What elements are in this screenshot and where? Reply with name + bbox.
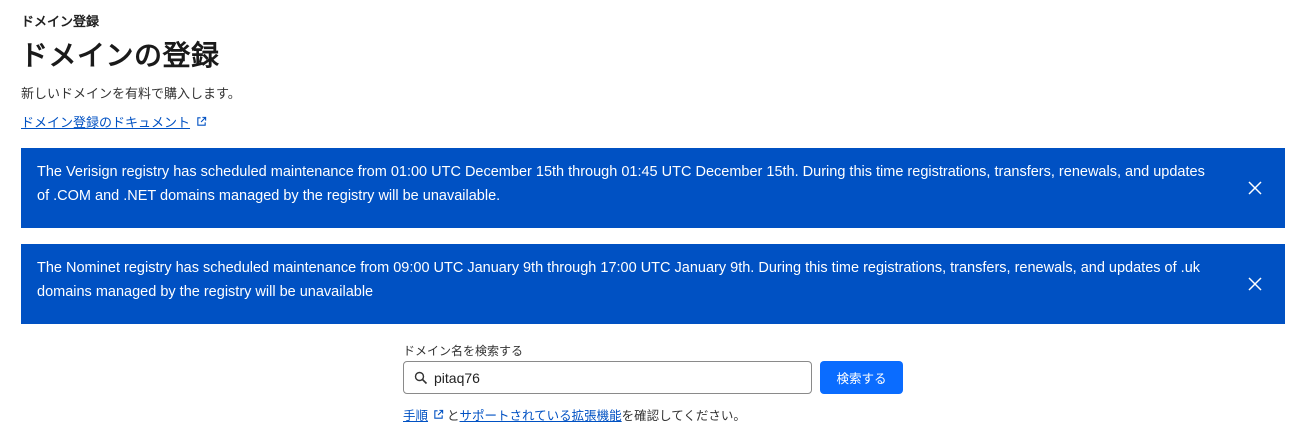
search-label: ドメイン名を検索する: [403, 344, 524, 358]
search-icon: [414, 371, 428, 384]
page-title: ドメインの登録: [20, 39, 220, 72]
help-connector: と: [447, 408, 460, 423]
domain-registration-page: ドメイン登録 ドメインの登録 新しいドメインを有料で購入します。 ドメイン登録の…: [0, 0, 1309, 436]
banner-message: The Verisign registry has scheduled main…: [37, 164, 1205, 204]
external-link-icon: [197, 116, 207, 126]
help-text: 手順 と サポートされている拡張機能 を確認してください。: [403, 405, 746, 424]
documentation-link[interactable]: ドメイン登録のドキュメント: [21, 112, 207, 131]
supported-extensions-link[interactable]: サポートされている拡張機能: [460, 405, 622, 424]
instructions-link[interactable]: 手順: [403, 405, 428, 424]
nominet-maintenance-banner: The Nominet registry has scheduled maint…: [21, 244, 1285, 324]
close-icon[interactable]: [1247, 276, 1263, 292]
domain-search-input[interactable]: [434, 369, 804, 386]
page-subtitle: 新しいドメインを有料で購入します。: [21, 87, 241, 102]
domain-search-field[interactable]: [403, 361, 812, 394]
external-link-icon: [434, 409, 444, 419]
search-button[interactable]: 検索する: [820, 361, 903, 394]
help-suffix: を確認してください。: [621, 408, 746, 423]
close-icon[interactable]: [1247, 180, 1263, 196]
banner-message: The Nominet registry has scheduled maint…: [37, 260, 1201, 300]
documentation-link-label: ドメイン登録のドキュメント: [21, 116, 191, 131]
breadcrumb[interactable]: ドメイン登録: [21, 11, 99, 30]
verisign-maintenance-banner: The Verisign registry has scheduled main…: [21, 148, 1285, 228]
